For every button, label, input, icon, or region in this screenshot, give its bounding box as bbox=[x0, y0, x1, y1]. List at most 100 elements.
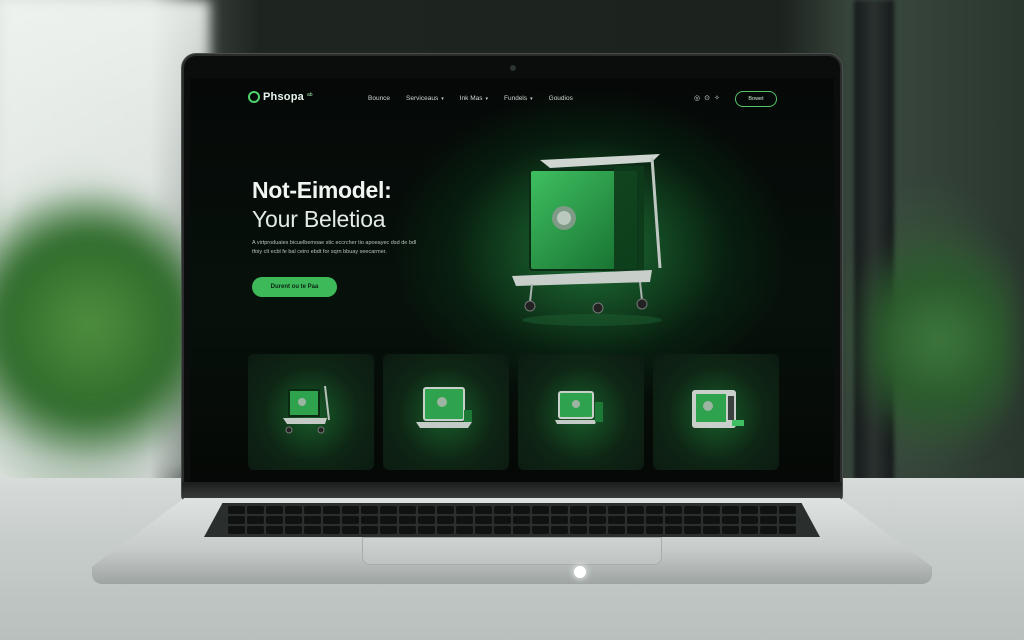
keyboard-key bbox=[703, 516, 720, 524]
chevron-down-icon: ▾ bbox=[485, 95, 488, 102]
nav-item-fundels[interactable]: Fundels ▾ bbox=[504, 95, 533, 102]
keyboard-key bbox=[494, 516, 511, 524]
keyboard-key bbox=[760, 506, 777, 514]
product-card-laptop[interactable] bbox=[383, 354, 509, 470]
keyboard-key bbox=[684, 516, 701, 524]
keyboard-key bbox=[342, 516, 359, 524]
keyboard-key bbox=[570, 506, 587, 514]
chevron-down-icon: ▾ bbox=[441, 95, 444, 102]
keyboard-key bbox=[380, 526, 397, 534]
keyboard-key bbox=[494, 526, 511, 534]
product-cards bbox=[248, 354, 779, 470]
keyboard-key bbox=[399, 506, 416, 514]
keyboard-key bbox=[760, 526, 777, 534]
keyboard-key bbox=[665, 516, 682, 524]
keyboard-key bbox=[722, 506, 739, 514]
keyboard-key bbox=[456, 506, 473, 514]
plant-right bbox=[864, 210, 1014, 470]
nav-item-label: Bounce bbox=[368, 95, 391, 102]
keyboard-key bbox=[589, 506, 606, 514]
hero-description: A virtproduaies bicuelbemoae stic eccrch… bbox=[252, 240, 417, 255]
keyboard-key bbox=[684, 526, 701, 534]
keyboard-key bbox=[228, 526, 245, 534]
keyboard-key bbox=[247, 526, 264, 534]
keyboard-key bbox=[399, 516, 416, 524]
cart-icon[interactable]: ⊙ bbox=[704, 95, 710, 102]
keyboard-key bbox=[399, 526, 416, 534]
keyboard-key bbox=[532, 506, 549, 514]
keyboard-key bbox=[323, 516, 340, 524]
keyboard-key bbox=[665, 506, 682, 514]
keyboard-key bbox=[684, 506, 701, 514]
product-card-device[interactable] bbox=[653, 354, 779, 470]
keyboard-key bbox=[589, 516, 606, 524]
nav-item-label: Fundels bbox=[504, 95, 528, 102]
monitor-icon bbox=[555, 391, 603, 424]
keyboard-key bbox=[608, 516, 625, 524]
keyboard-key bbox=[608, 526, 625, 534]
device-icon bbox=[692, 390, 744, 428]
keyboard-key bbox=[323, 506, 340, 514]
product-card-monitor[interactable] bbox=[518, 354, 644, 470]
nav-item-label: Goudios bbox=[548, 95, 573, 102]
keyboard-key bbox=[418, 506, 435, 514]
hero-cart-illustration bbox=[512, 154, 662, 326]
hero-cta-button[interactable]: Durent ou te Paa bbox=[252, 277, 337, 297]
header-cta-button[interactable]: Bowet bbox=[735, 91, 777, 107]
nav-item-goudios[interactable]: Goudios bbox=[549, 95, 573, 102]
keyboard-key bbox=[779, 516, 796, 524]
keyboard-key bbox=[437, 516, 454, 524]
product-card-cart[interactable] bbox=[248, 354, 374, 470]
keyboard-key bbox=[779, 526, 796, 534]
keyboard-key bbox=[741, 526, 758, 534]
keyboard-key bbox=[570, 516, 587, 524]
keyboard-key bbox=[380, 506, 397, 514]
keyboard-key bbox=[513, 526, 530, 534]
keyboard-key bbox=[532, 526, 549, 534]
keyboard-key bbox=[361, 516, 378, 524]
nav-item-label: Ink Mas bbox=[459, 95, 483, 102]
keyboard-key bbox=[228, 516, 245, 524]
site-logo[interactable]: Phsopa ab bbox=[248, 91, 313, 103]
site-header: Phsopa ab Bounce Serviceaus ▾ Ink Mas ▾ … bbox=[190, 86, 834, 112]
keyboard-key bbox=[475, 526, 492, 534]
settings-icon[interactable]: ✧ bbox=[714, 95, 720, 102]
keyboard-key bbox=[608, 506, 625, 514]
keyboard-key bbox=[665, 526, 682, 534]
trackpad bbox=[362, 537, 662, 565]
hero-subtitle: Your Beletioa bbox=[252, 206, 386, 232]
keyboard-key bbox=[285, 506, 302, 514]
keyboard-key bbox=[722, 526, 739, 534]
keyboard-key bbox=[589, 526, 606, 534]
logo-mark-icon bbox=[248, 91, 260, 103]
logo-text: Phsopa bbox=[263, 91, 304, 103]
logo-superscript: ab bbox=[306, 92, 313, 98]
nav-item-bounce[interactable]: Bounce bbox=[368, 95, 390, 102]
keyboard-key bbox=[304, 506, 321, 514]
keyboard-key bbox=[779, 506, 796, 514]
chevron-down-icon: ▾ bbox=[530, 95, 533, 102]
keyboard-key bbox=[247, 516, 264, 524]
keyboard-key bbox=[361, 526, 378, 534]
nav-item-serviceaus[interactable]: Serviceaus ▾ bbox=[406, 95, 444, 102]
keyboard-key bbox=[228, 506, 245, 514]
keyboard-key bbox=[551, 516, 568, 524]
keyboard-key bbox=[304, 516, 321, 524]
keyboard-key bbox=[437, 526, 454, 534]
shopping-cart-icon bbox=[283, 385, 330, 434]
keyboard-key bbox=[418, 516, 435, 524]
main-nav: Bounce Serviceaus ▾ Ink Mas ▾ Fundels ▾ … bbox=[368, 95, 573, 102]
hero-title: Not-Eimodel: bbox=[252, 177, 392, 203]
keyboard-key bbox=[475, 506, 492, 514]
keyboard-key bbox=[266, 526, 283, 534]
nav-item-ink-mas[interactable]: Ink Mas ▾ bbox=[460, 95, 488, 102]
keyboard-key bbox=[703, 506, 720, 514]
keyboard-key bbox=[285, 526, 302, 534]
keyboard bbox=[204, 503, 820, 537]
keyboard-key bbox=[760, 516, 777, 524]
keyboard-key bbox=[627, 526, 644, 534]
keyboard-key bbox=[532, 516, 549, 524]
keyboard-key bbox=[418, 526, 435, 534]
user-icon[interactable]: ◎ bbox=[694, 95, 700, 102]
keyboard-key bbox=[703, 526, 720, 534]
